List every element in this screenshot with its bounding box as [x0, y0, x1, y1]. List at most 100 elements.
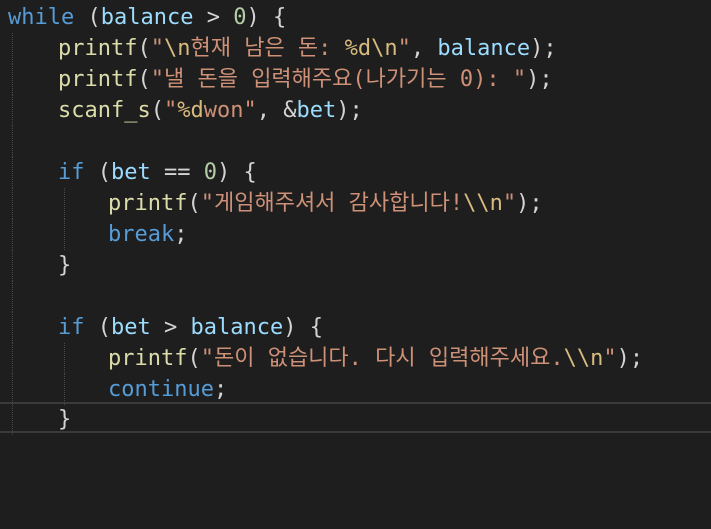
code-token: ) {: [283, 315, 323, 340]
code-text: scanf_s("%dwon", &bet);: [58, 95, 363, 126]
code-token: ": [150, 36, 164, 61]
code-token: 현재 남은 돈:: [190, 36, 345, 61]
code-editor[interactable]: while (balance > 0) { printf("\n현재 남은 돈:…: [0, 0, 711, 438]
indent-guide: [12, 126, 13, 157]
code-text: while (balance > 0) {: [8, 2, 286, 33]
code-token: scanf_s: [58, 98, 151, 123]
indent-guide: [12, 95, 13, 126]
code-text: break;: [108, 219, 187, 250]
code-token: }: [58, 407, 72, 432]
code-token: "돈이 없습니다. 다시 입력해주세요.: [200, 346, 564, 371]
code-text: if (bet == 0) {: [58, 157, 257, 188]
code-token: >: [150, 315, 191, 340]
code-line[interactable]: printf("\n현재 남은 돈: %d\n", balance);: [0, 33, 711, 64]
code-line[interactable]: printf("낼 돈을 입력해주요(나가기는 0): ");: [0, 64, 711, 95]
code-token: );: [516, 191, 543, 216]
indent-guide: [12, 404, 13, 435]
code-token: \\n: [563, 346, 604, 371]
code-token: if: [58, 160, 85, 185]
code-line[interactable]: [0, 281, 711, 312]
code-text: continue;: [108, 374, 227, 405]
indent-guide: [12, 312, 13, 343]
code-token: continue: [108, 377, 214, 402]
code-token: (: [187, 191, 201, 216]
indent-guide: [12, 343, 13, 374]
code-token: 0: [203, 160, 217, 185]
code-line[interactable]: if (bet == 0) {: [0, 157, 711, 188]
indent-guide: [12, 33, 13, 64]
code-text: }: [58, 404, 71, 435]
code-text: printf("\n현재 남은 돈: %d\n", balance);: [58, 33, 557, 64]
code-text: printf("낼 돈을 입력해주요(나가기는 0): ");: [58, 64, 553, 95]
code-token: balance: [437, 36, 531, 61]
indent-guide: [12, 64, 13, 95]
code-token: (: [137, 36, 151, 61]
indent-guide: [64, 188, 65, 219]
code-token: printf: [108, 191, 188, 216]
code-token: );: [526, 67, 553, 92]
code-line[interactable]: printf("게임해주셔서 감사합니다!\\n");: [0, 188, 711, 219]
code-token: break: [108, 222, 175, 247]
code-text: }: [58, 250, 71, 281]
code-line[interactable]: break;: [0, 219, 711, 250]
code-token: balance: [190, 315, 284, 340]
code-token: (: [84, 160, 111, 185]
code-token: "낼 돈을 입력해주요(나가기는 0): ": [150, 67, 527, 92]
code-token: (: [150, 98, 164, 123]
indent-guide: [12, 374, 13, 405]
code-token: }: [58, 253, 72, 278]
code-token: printf: [58, 67, 138, 92]
code-text: printf("게임해주셔서 감사합니다!\\n");: [108, 188, 543, 219]
indent-guide: [12, 219, 13, 250]
code-token: bet: [296, 98, 337, 123]
code-token: "게임해주셔서 감사합니다!: [200, 191, 464, 216]
indent-guide: [12, 188, 13, 219]
code-token: ;: [174, 222, 188, 247]
code-token: ) {: [246, 5, 287, 30]
code-token: ==: [150, 160, 204, 185]
code-token: won": [203, 98, 257, 123]
code-token: 0: [233, 5, 247, 30]
code-token: , &: [256, 98, 297, 123]
code-token: ,: [410, 36, 438, 61]
code-token: balance: [100, 5, 194, 30]
code-line[interactable]: while (balance > 0) {: [0, 2, 711, 33]
code-token: if: [58, 315, 85, 340]
code-line[interactable]: continue;: [0, 374, 711, 405]
indent-guide: [64, 343, 65, 374]
code-token: \n: [371, 36, 398, 61]
code-token: printf: [108, 346, 188, 371]
code-line[interactable]: }: [0, 404, 711, 435]
code-line[interactable]: }: [0, 250, 711, 281]
code-line[interactable]: if (bet > balance) {: [0, 312, 711, 343]
indent-guide: [64, 219, 65, 250]
code-text: printf("돈이 없습니다. 다시 입력해주세요.\\n");: [108, 343, 643, 374]
indent-guide: [12, 281, 13, 312]
code-line[interactable]: [0, 126, 711, 157]
code-token: \\n: [463, 191, 503, 216]
code-token: bet: [111, 160, 151, 185]
code-text: if (bet > balance) {: [58, 312, 323, 343]
code-token: (: [137, 67, 151, 92]
code-token: bet: [111, 315, 151, 340]
code-token: %d: [344, 36, 372, 61]
code-token: ;: [213, 377, 228, 402]
code-token: ": [502, 191, 517, 216]
code-token: \n: [163, 36, 191, 61]
code-token: ) {: [216, 160, 257, 185]
code-token: ": [163, 98, 178, 123]
code-token: (: [187, 346, 201, 371]
indent-guide: [64, 374, 65, 405]
code-token: %d: [177, 98, 204, 123]
indent-guide: [12, 250, 13, 281]
code-token: );: [336, 98, 363, 123]
code-line[interactable]: printf("돈이 없습니다. 다시 입력해주세요.\\n");: [0, 343, 711, 374]
code-token: );: [530, 36, 557, 61]
code-token: (: [84, 315, 111, 340]
code-line[interactable]: scanf_s("%dwon", &bet);: [0, 95, 711, 126]
code-token: while: [8, 5, 75, 30]
code-token: (: [74, 5, 101, 30]
indent-guide: [12, 157, 13, 188]
code-token: >: [193, 5, 234, 30]
code-token: ": [603, 346, 617, 371]
